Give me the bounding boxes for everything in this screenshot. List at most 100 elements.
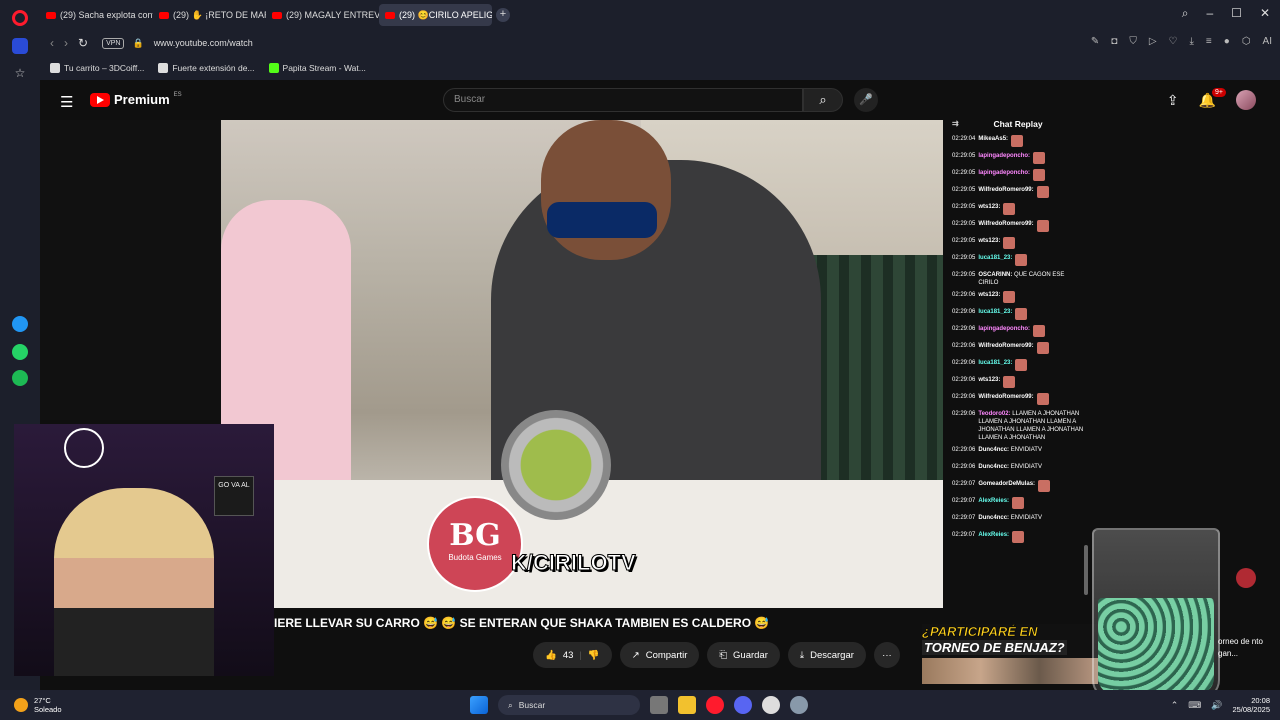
heart-icon[interactable]: ♡ bbox=[1169, 36, 1178, 47]
pinboard-icon[interactable]: ☆ bbox=[12, 66, 28, 82]
chat-author[interactable]: WilfredoRomero99: bbox=[978, 221, 1033, 227]
camera-icon[interactable]: ◘ bbox=[1111, 36, 1117, 47]
minimize-button[interactable]: – bbox=[1206, 6, 1213, 21]
app-icon[interactable] bbox=[762, 696, 780, 714]
lightbox-sign: GO VA AL bbox=[214, 476, 254, 516]
ai-button[interactable]: AI bbox=[1263, 36, 1272, 47]
back-icon[interactable]: ‹ bbox=[50, 36, 54, 50]
taskbar-search-label: Buscar bbox=[518, 700, 546, 710]
like-icon[interactable]: 👍 bbox=[545, 650, 557, 661]
download-icon[interactable]: ⤓ bbox=[1190, 36, 1194, 47]
taskbar-search[interactable]: ⌕ Buscar bbox=[498, 695, 640, 715]
like-count[interactable]: 43 bbox=[563, 650, 574, 661]
extensions-icon[interactable]: ⬡ bbox=[1242, 36, 1251, 47]
video-player[interactable]: BG Budota Games K/CIRILOTV bbox=[221, 120, 943, 608]
clock[interactable]: 20:08 25/08/2025 bbox=[1232, 696, 1270, 714]
youtube-logo[interactable]: Premium ES bbox=[90, 92, 182, 107]
avatar[interactable] bbox=[1236, 90, 1256, 110]
chat-message: 02:29:06 WilfredoRomero99: bbox=[946, 391, 1090, 408]
network-icon[interactable]: ⌨ bbox=[1188, 700, 1201, 711]
spotify-icon[interactable] bbox=[12, 370, 28, 386]
chat-scrollbar[interactable] bbox=[1084, 545, 1088, 595]
hamburger-menu-icon[interactable]: ☰ bbox=[60, 93, 73, 111]
discord-icon[interactable] bbox=[734, 696, 752, 714]
chat-author[interactable]: AlexReies: bbox=[978, 532, 1009, 538]
file-explorer-icon[interactable] bbox=[678, 696, 696, 714]
opera-taskbar-icon[interactable] bbox=[706, 696, 724, 714]
chat-author[interactable]: lapingadeponcho: bbox=[978, 326, 1030, 332]
upload-icon[interactable]: ⇪ bbox=[1167, 92, 1179, 109]
edit-icon[interactable]: ✎ bbox=[1091, 36, 1099, 47]
chat-author[interactable]: Dunc4ncc: bbox=[978, 447, 1009, 453]
volume-icon[interactable]: 🔊 bbox=[1211, 700, 1222, 711]
messenger-icon[interactable] bbox=[12, 316, 28, 332]
bookmark-item[interactable]: Papita Stream - Wat... bbox=[268, 63, 366, 73]
notifications-button[interactable]: 🔔 9+ bbox=[1199, 87, 1226, 109]
settings-icon[interactable] bbox=[790, 696, 808, 714]
play-icon[interactable]: ▷ bbox=[1149, 36, 1157, 47]
chat-author[interactable]: Dunc4ncc: bbox=[978, 464, 1009, 470]
bookmark-item[interactable]: Fuerte extensión de... bbox=[158, 63, 255, 73]
tab-4-active[interactable]: (29) 😊CIRILO APELIGA bbox=[379, 4, 492, 26]
task-view-icon[interactable] bbox=[650, 696, 668, 714]
more-actions-button[interactable]: ··· bbox=[873, 642, 900, 668]
chevron-up-icon[interactable]: ⌃ bbox=[1171, 700, 1179, 711]
chat-timestamp: 02:29:05 bbox=[952, 170, 976, 176]
chat-author[interactable]: lapingadeponcho: bbox=[978, 153, 1030, 159]
new-tab-button[interactable]: + bbox=[496, 8, 510, 22]
chat-author[interactable]: luca181_23: bbox=[978, 309, 1012, 315]
chat-timestamp: 02:29:06 bbox=[952, 343, 976, 349]
chat-author[interactable]: Teodoro02: bbox=[978, 411, 1010, 417]
tab-2[interactable]: (29) ✋ ¡RETO DE MARATÓ bbox=[153, 4, 266, 26]
chat-author[interactable]: OSCARINN: bbox=[978, 272, 1012, 278]
menu-icon[interactable]: ≡ bbox=[1206, 36, 1212, 47]
home-icon[interactable] bbox=[12, 38, 28, 54]
reload-icon[interactable]: ↻ bbox=[78, 36, 88, 50]
opera-logo-icon[interactable] bbox=[12, 10, 28, 26]
chat-author[interactable]: wts123: bbox=[978, 204, 1000, 210]
close-button[interactable]: ✕ bbox=[1260, 6, 1270, 21]
weather-widget[interactable]: 27°C Soleado bbox=[14, 696, 62, 714]
tab-3[interactable]: (29) MAGALY ENTREVISTA bbox=[266, 4, 379, 26]
chat-author[interactable]: WilfredoRomero99: bbox=[978, 394, 1033, 400]
search-button[interactable]: ⌕ bbox=[803, 88, 843, 112]
maximize-button[interactable]: ☐ bbox=[1231, 6, 1242, 21]
chat-author[interactable]: luca181_23: bbox=[978, 360, 1012, 366]
chat-author[interactable]: wts123: bbox=[978, 238, 1000, 244]
chat-filter-icon[interactable]: ⇉ bbox=[952, 115, 959, 133]
search-input[interactable]: Buscar bbox=[443, 88, 803, 112]
chat-author[interactable]: WilfredoRomero99: bbox=[978, 187, 1033, 193]
dislike-icon[interactable]: 👎 bbox=[588, 650, 600, 661]
url-field[interactable]: www.youtube.com/watch bbox=[154, 38, 253, 48]
profile-icon[interactable]: ● bbox=[1224, 36, 1230, 47]
download-button[interactable]: ⤓ Descargar bbox=[787, 642, 866, 668]
youtube-favicon-icon bbox=[385, 11, 395, 19]
search-tabs-icon[interactable]: ⌕ bbox=[1182, 6, 1189, 21]
forward-icon[interactable]: › bbox=[64, 36, 68, 50]
chat-author[interactable]: AlexReies: bbox=[978, 498, 1009, 504]
bookmark-item[interactable]: Tu carrito – 3DCoiff... bbox=[50, 63, 144, 73]
windows-start-icon[interactable] bbox=[470, 696, 488, 714]
chat-message: 02:29:07 AlexReies: bbox=[946, 495, 1090, 512]
chat-author[interactable]: Dunc4ncc: bbox=[978, 515, 1009, 521]
vpn-badge[interactable]: VPN bbox=[102, 37, 125, 49]
chat-text: ENVIDIATV bbox=[1010, 515, 1042, 521]
lock-icon[interactable]: 🔒 bbox=[132, 38, 143, 49]
voice-search-button[interactable]: 🎤 bbox=[854, 88, 878, 112]
chat-author[interactable]: wts123: bbox=[978, 292, 1000, 298]
whatsapp-icon[interactable] bbox=[12, 344, 28, 360]
shield-icon[interactable]: ⛉ bbox=[1129, 36, 1137, 47]
chat-author[interactable]: MikeaAs5: bbox=[978, 136, 1008, 142]
chat-author[interactable]: luca181_23: bbox=[978, 255, 1012, 261]
chat-author[interactable]: wts123: bbox=[978, 377, 1000, 383]
chat-message: 02:29:06 luca181_23: bbox=[946, 357, 1090, 374]
chat-author[interactable]: GomeadorDeMulas: bbox=[978, 481, 1035, 487]
chat-replay-panel: ⇉ Chat Replay 02:29:04 MikeaAs5: 02:29:05… bbox=[946, 115, 1090, 608]
chat-message: 02:29:07 Dunc4ncc: ENVIDIATV bbox=[946, 512, 1090, 529]
share-button[interactable]: ↗ Compartir bbox=[619, 642, 700, 668]
chat-author[interactable]: lapingadeponcho: bbox=[978, 170, 1030, 176]
save-button[interactable]: ⎗ Guardar bbox=[707, 642, 780, 668]
chat-message: 02:29:04 MikeaAs5: bbox=[946, 133, 1090, 150]
chat-author[interactable]: WilfredoRomero99: bbox=[978, 343, 1033, 349]
tab-1[interactable]: (29) Sacha explota contra bbox=[40, 4, 153, 26]
